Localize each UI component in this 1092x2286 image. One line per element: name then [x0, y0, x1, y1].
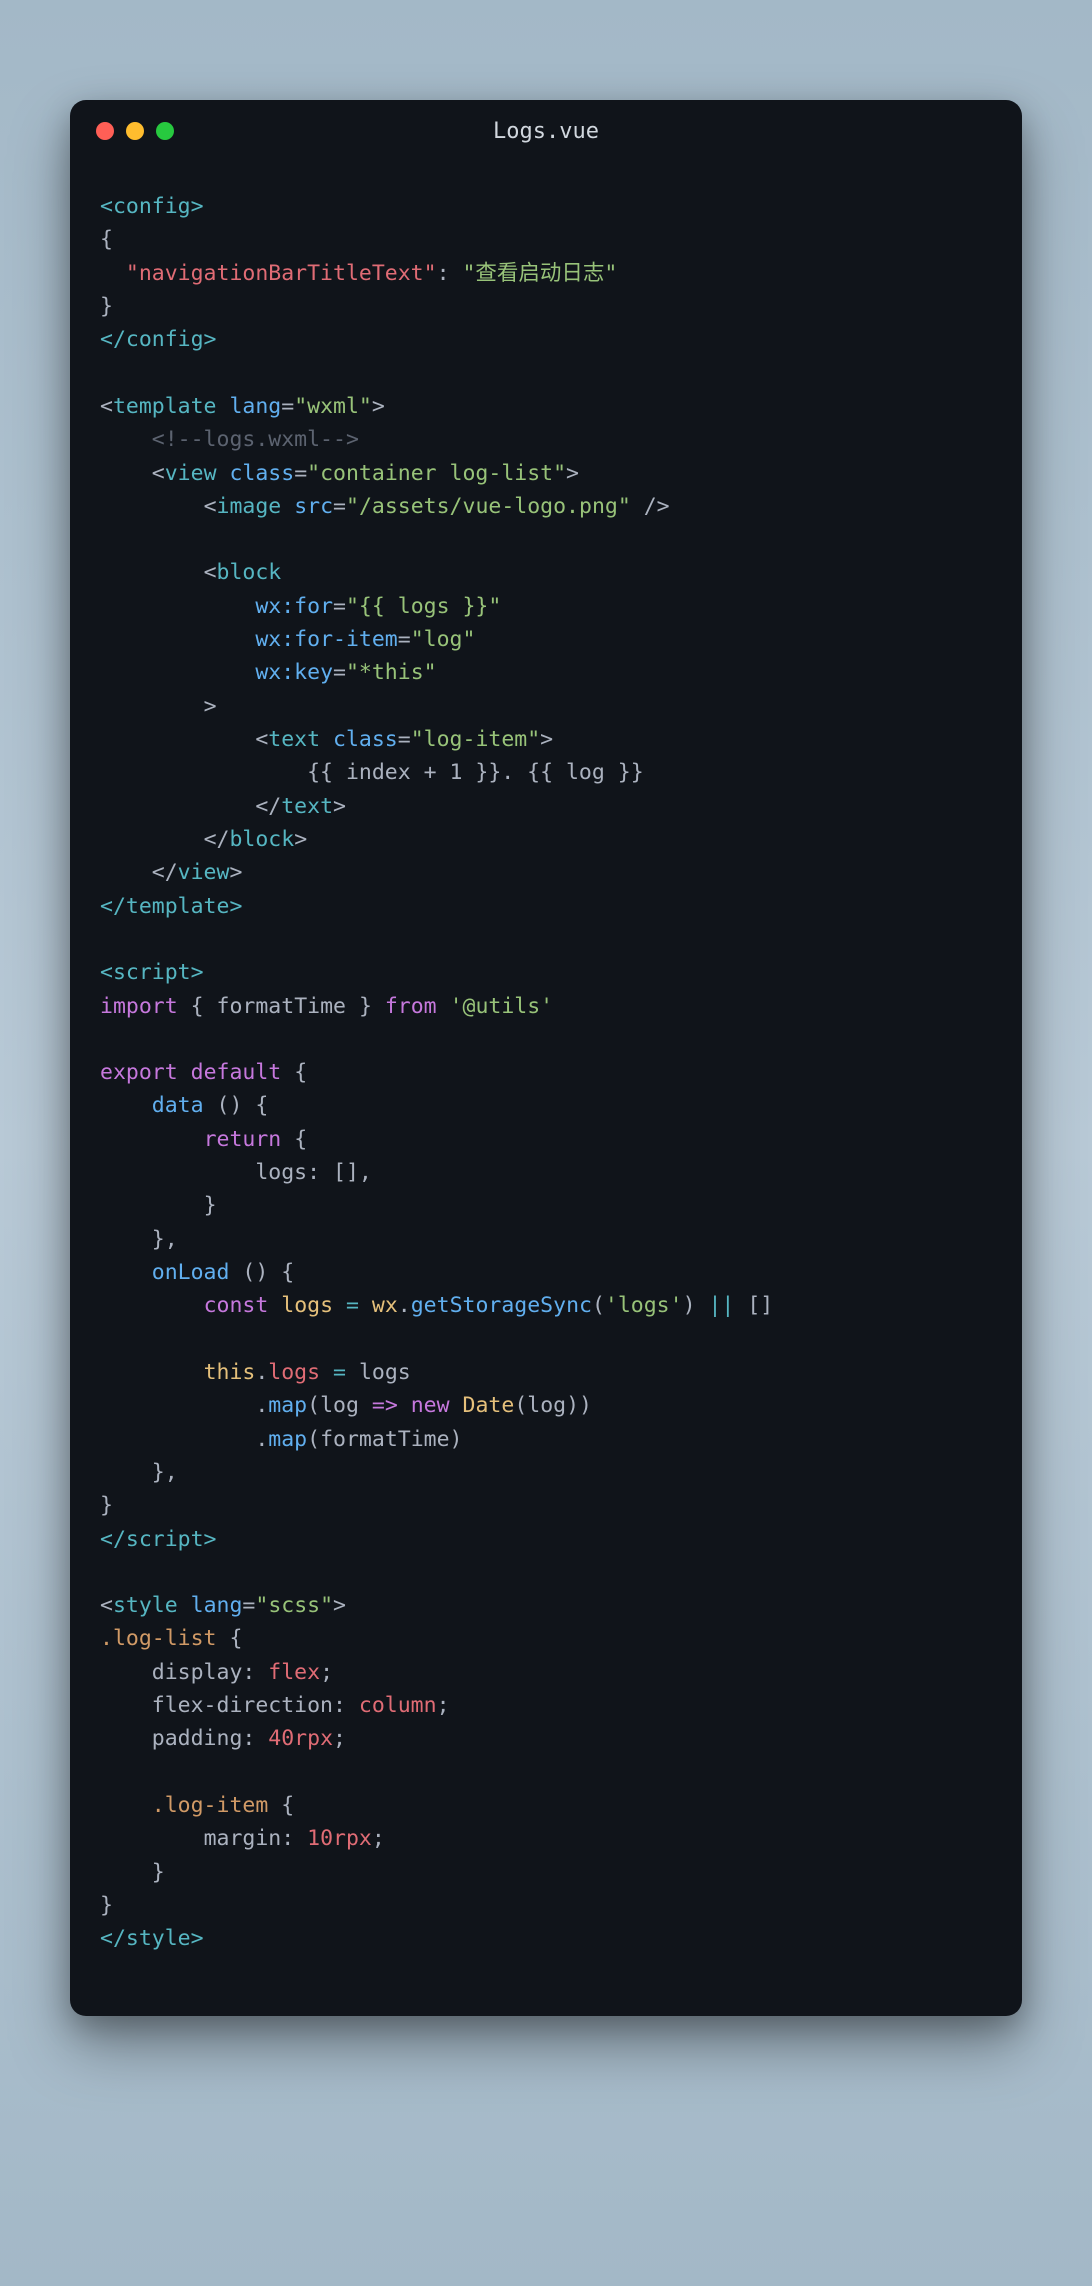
tag-text-close: text: [281, 794, 333, 819]
var-logs: logs: [359, 1360, 411, 1385]
css-val: 40rpx: [268, 1726, 333, 1751]
code-window: Logs.vue <config> { "navigationBarTitleT…: [70, 100, 1022, 2016]
window-title: Logs.vue: [70, 119, 1022, 144]
kw-import: import: [100, 994, 178, 1019]
tag-text: text: [268, 727, 320, 752]
titlebar: Logs.vue: [70, 100, 1022, 150]
val-wxml: "wxml": [294, 394, 372, 419]
brace: }: [100, 294, 113, 319]
attr-wxforitem: wx:for-item: [255, 627, 397, 652]
fn-getstorage: getStorageSync: [411, 1293, 592, 1318]
tag-config-close: </config>: [100, 327, 217, 352]
val-wxforitem: "log": [411, 627, 476, 652]
tag-template: template: [113, 394, 217, 419]
css-prop: margin: [204, 1826, 282, 1851]
attr-wxkey: wx:key: [255, 660, 333, 685]
tag-block-close: block: [229, 827, 294, 852]
tag-script-close: </script>: [100, 1527, 217, 1552]
kw-from: from: [385, 994, 437, 1019]
attr-class: class: [229, 461, 294, 486]
val-class: "container log-list": [307, 461, 566, 486]
css-prop: display: [152, 1660, 243, 1685]
tag-config-open: <config>: [100, 194, 204, 219]
selector-logitem: .log-item: [152, 1793, 269, 1818]
tag-style: style: [113, 1593, 178, 1618]
kw-new: new: [411, 1393, 450, 1418]
fn-map: map: [268, 1427, 307, 1452]
comment: <!--logs.wxml-->: [152, 427, 359, 452]
interpolation: {{ index + 1 }}. {{ log }}: [307, 760, 644, 785]
empty-array: []: [747, 1293, 773, 1318]
kw-this: this: [204, 1360, 256, 1385]
kw-default: default: [191, 1060, 282, 1085]
val-wxkey: "*this": [346, 660, 437, 685]
tag-script-open: <script>: [100, 960, 204, 985]
tag-block: block: [217, 560, 282, 585]
kw-export: export: [100, 1060, 178, 1085]
kw-return: return: [204, 1127, 282, 1152]
arrow: =>: [372, 1393, 398, 1418]
import-name: formatTime: [217, 994, 346, 1019]
tag-template-close: </template>: [100, 894, 242, 919]
arg-log: log: [320, 1393, 359, 1418]
cls-date: Date: [463, 1393, 515, 1418]
attr-lang: lang: [191, 1593, 243, 1618]
colon: :: [437, 261, 450, 286]
css-prop: flex-direction: [152, 1693, 333, 1718]
kw-const: const: [204, 1293, 269, 1318]
val-scss: "scss": [255, 1593, 333, 1618]
tag-image: image: [217, 494, 282, 519]
fn-onload: onLoad: [152, 1260, 230, 1285]
css-val: 10rpx: [307, 1826, 372, 1851]
tag-view-close: view: [178, 860, 230, 885]
tag-view: view: [165, 461, 217, 486]
obj-wx: wx: [372, 1293, 398, 1318]
prop-logs: logs: [268, 1360, 320, 1385]
var-logs: logs: [281, 1293, 333, 1318]
css-val: column: [359, 1693, 437, 1718]
attr-lang: lang: [229, 394, 281, 419]
arg-log: log: [527, 1393, 566, 1418]
fn-data: data: [152, 1093, 204, 1118]
json-val: "查看启动日志": [462, 261, 617, 286]
val-logitem: "log-item": [411, 727, 540, 752]
arg-formatTime: formatTime: [320, 1427, 449, 1452]
angle: <: [100, 394, 113, 419]
val-src: "/assets/vue-logo.png": [346, 494, 631, 519]
brace: {: [100, 227, 113, 252]
attr-class: class: [333, 727, 398, 752]
val-wxfor: "{{ logs }}": [346, 594, 501, 619]
fn-map: map: [268, 1393, 307, 1418]
css-val: flex: [268, 1660, 320, 1685]
css-prop: padding: [152, 1726, 243, 1751]
code-block: <config> { "navigationBarTitleText": "查看…: [70, 150, 1022, 2016]
key-logs: logs: [255, 1160, 307, 1185]
attr-wxfor: wx:for: [255, 594, 333, 619]
from-val: '@utils': [450, 994, 554, 1019]
json-key: "navigationBarTitleText": [126, 261, 437, 286]
op-or: ||: [708, 1293, 734, 1318]
str-logs: 'logs': [605, 1293, 683, 1318]
empty-array: []: [333, 1160, 359, 1185]
selector-loglist: .log-list: [100, 1626, 217, 1651]
attr-src: src: [294, 494, 333, 519]
tag-style-close: </style>: [100, 1926, 204, 1951]
